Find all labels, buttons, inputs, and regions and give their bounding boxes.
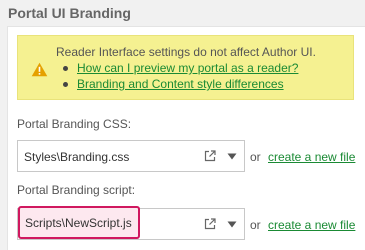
or-text: or — [250, 218, 261, 232]
list-item: How can I preview my portal as a reader? — [61, 60, 298, 76]
branding-css-select[interactable]: Styles\Branding.css — [17, 140, 245, 172]
create-new-script-file-link[interactable]: create a new file — [268, 217, 355, 233]
or-text: or — [250, 150, 261, 164]
preview-as-reader-link[interactable]: How can I preview my portal as a reader? — [77, 61, 298, 75]
external-link-icon[interactable] — [204, 150, 216, 162]
notice-message: Reader Interface settings do not affect … — [56, 45, 316, 59]
section-title: Portal UI Branding — [8, 5, 131, 21]
portal-ui-branding-section: Portal UI Branding Reader Interface sett… — [0, 0, 365, 250]
external-link-icon[interactable] — [204, 218, 216, 230]
chevron-down-icon[interactable] — [227, 221, 237, 228]
list-item: Branding and Content style differences — [61, 76, 298, 92]
branding-css-label: Portal Branding CSS: — [17, 117, 132, 131]
branding-css-value: Styles\Branding.css — [24, 150, 130, 164]
branding-script-value: Scripts\NewScript.js — [18, 206, 140, 239]
notice-link-list: How can I preview my portal as a reader?… — [61, 60, 298, 92]
chevron-down-icon[interactable] — [227, 153, 237, 160]
branding-script-select[interactable]: Scripts\NewScript.js — [17, 206, 245, 240]
branding-script-label: Portal Branding script: — [17, 183, 136, 197]
create-new-css-file-link[interactable]: create a new file — [268, 149, 355, 165]
branding-style-differences-link[interactable]: Branding and Content style differences — [77, 77, 284, 91]
warning-icon — [31, 62, 48, 77]
